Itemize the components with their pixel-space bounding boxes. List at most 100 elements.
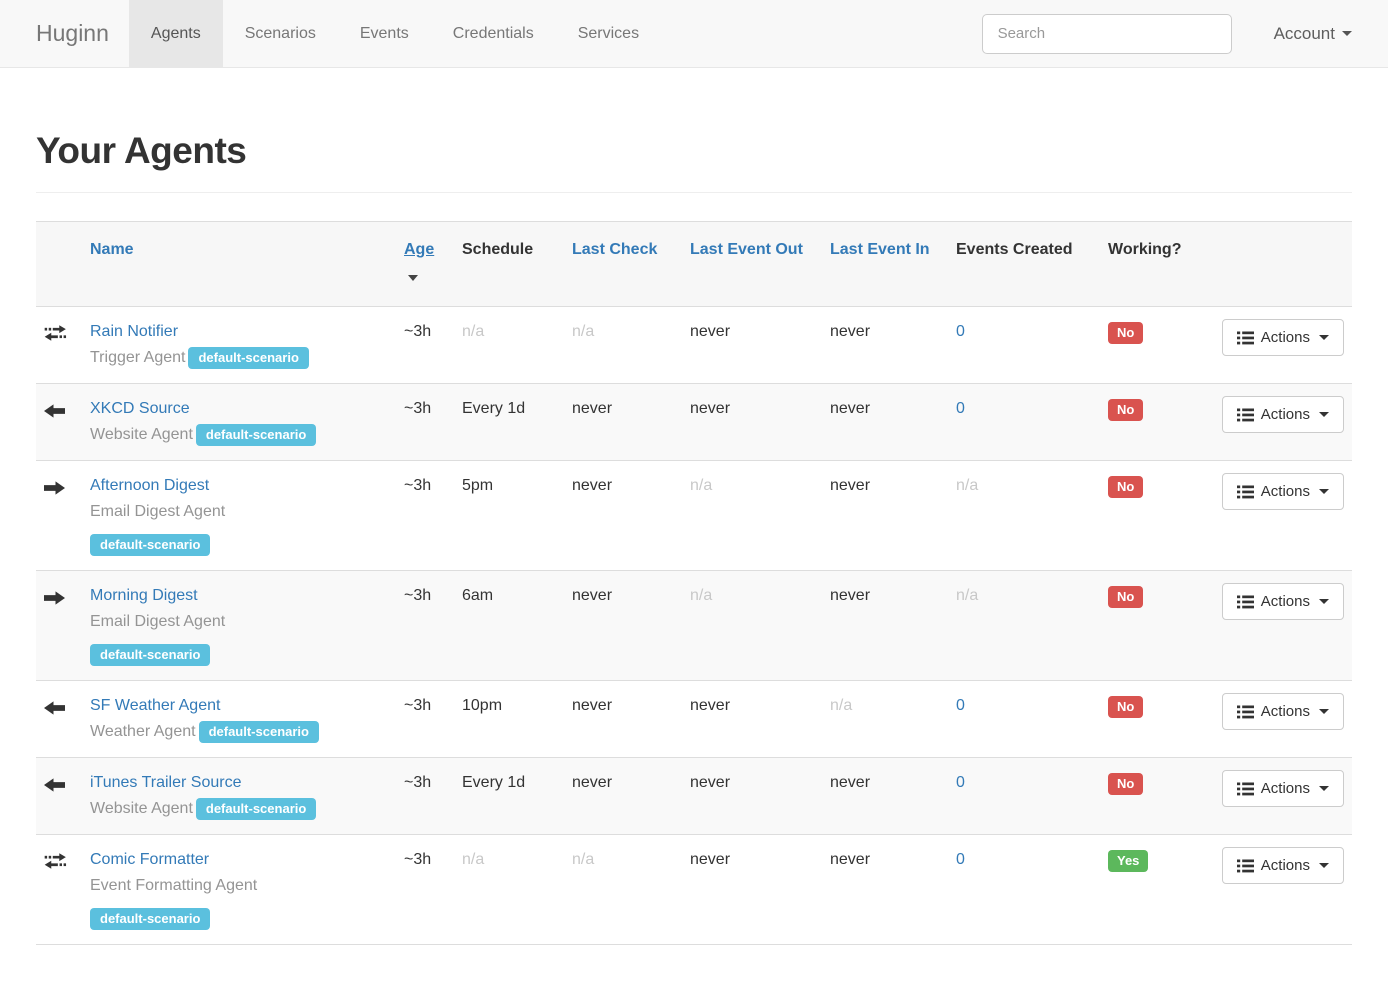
last-event-out-value: never (690, 400, 730, 417)
agent-name-link[interactable]: Afternoon Digest (90, 477, 209, 494)
table-row: Rain Notifier Trigger Agentdefault-scena… (36, 307, 1352, 384)
list-icon (1237, 408, 1254, 422)
nav-item-services[interactable]: Services (556, 0, 661, 67)
agent-name-link[interactable]: XKCD Source (90, 400, 190, 417)
sort-age-link[interactable]: Age (404, 241, 434, 258)
actions-button-label: Actions (1261, 406, 1310, 423)
top-navbar: Huginn Agents Scenarios Events Credentia… (0, 0, 1388, 68)
nav-item-scenarios[interactable]: Scenarios (223, 0, 338, 67)
sort-name-link[interactable]: Name (90, 241, 134, 258)
actions-button[interactable]: Actions (1222, 583, 1344, 620)
working-status-badge: No (1108, 322, 1143, 344)
working-status-badge: No (1108, 696, 1143, 718)
sort-last-event-out-link[interactable]: Last Event Out (690, 241, 803, 258)
last-event-out-value: n/a (690, 587, 712, 604)
agent-name-link[interactable]: SF Weather Agent (90, 697, 220, 714)
schedule-value: n/a (462, 323, 484, 340)
sort-last-event-in-link[interactable]: Last Event In (830, 241, 930, 258)
events-created-value: n/a (956, 587, 978, 604)
agent-name-link[interactable]: iTunes Trailer Source (90, 774, 241, 791)
arrow-right-icon (44, 588, 65, 614)
actions-button-label: Actions (1261, 483, 1310, 500)
agent-name-link[interactable]: Rain Notifier (90, 323, 178, 340)
sort-last-check-link[interactable]: Last Check (572, 241, 657, 258)
scenario-badge[interactable]: default-scenario (196, 798, 316, 820)
actions-button[interactable]: Actions (1222, 693, 1344, 730)
last-check-value: never (572, 587, 612, 604)
sort-direction-icon (408, 275, 418, 281)
age-value: ~3h (404, 587, 431, 604)
actions-button[interactable]: Actions (1222, 770, 1344, 807)
actions-button-label: Actions (1261, 593, 1310, 610)
agent-name-link[interactable]: Morning Digest (90, 587, 198, 604)
actions-button[interactable]: Actions (1222, 396, 1344, 433)
agent-type-label: Website Agent (90, 800, 193, 817)
last-check-value: n/a (572, 851, 594, 868)
events-created-value: n/a (956, 477, 978, 494)
actions-button[interactable]: Actions (1222, 319, 1344, 356)
last-event-in-value: never (830, 323, 870, 340)
header-age: Age (396, 222, 454, 307)
scenario-badge[interactable]: default-scenario (196, 424, 316, 446)
header-working: Working? (1100, 222, 1208, 307)
events-created-value[interactable]: 0 (956, 851, 965, 868)
agent-type-label: Weather Agent (90, 723, 196, 740)
chevron-down-icon (1319, 863, 1329, 868)
table-row: Afternoon Digest Email Digest Agentdefau… (36, 461, 1352, 571)
actions-button[interactable]: Actions (1222, 847, 1344, 884)
agent-name-link[interactable]: Comic Formatter (90, 851, 209, 868)
brand-logo[interactable]: Huginn (36, 0, 129, 67)
nav-item-agents[interactable]: Agents (129, 0, 223, 67)
working-status-badge: Yes (1108, 850, 1148, 872)
last-event-in-value: never (830, 477, 870, 494)
scenario-badge[interactable]: default-scenario (90, 908, 210, 930)
chevron-down-icon (1319, 335, 1329, 340)
last-event-in-value: never (830, 400, 870, 417)
table-header-row: Name Age Schedule Last Check Last Event … (36, 222, 1352, 307)
account-dropdown[interactable]: Account (1274, 24, 1352, 44)
age-value: ~3h (404, 697, 431, 714)
nav-item-events[interactable]: Events (338, 0, 431, 67)
scenario-badge[interactable]: default-scenario (188, 347, 308, 369)
scenario-badge[interactable]: default-scenario (90, 534, 210, 556)
working-status-badge: No (1108, 586, 1143, 608)
events-created-value[interactable]: 0 (956, 697, 965, 714)
events-created-value[interactable]: 0 (956, 774, 965, 791)
actions-button-label: Actions (1261, 703, 1310, 720)
agent-type-label: Email Digest Agent (90, 613, 225, 630)
actions-button-label: Actions (1261, 780, 1310, 797)
schedule-value: n/a (462, 851, 484, 868)
last-event-out-value: never (690, 323, 730, 340)
events-created-value[interactable]: 0 (956, 323, 965, 340)
header-last-event-out: Last Event Out (682, 222, 822, 307)
scenario-badge[interactable]: default-scenario (90, 644, 210, 666)
chevron-down-icon (1319, 786, 1329, 791)
actions-button[interactable]: Actions (1222, 473, 1344, 510)
scenario-badge[interactable]: default-scenario (199, 721, 319, 743)
nav-item-credentials[interactable]: Credentials (431, 0, 556, 67)
last-event-in-value: n/a (830, 697, 852, 714)
arrow-left-icon (44, 698, 65, 724)
last-event-in-value: never (830, 851, 870, 868)
working-status-badge: No (1108, 773, 1143, 795)
schedule-value: Every 1d (462, 400, 525, 417)
chevron-down-icon (1342, 31, 1352, 36)
chevron-down-icon (1319, 709, 1329, 714)
header-schedule: Schedule (454, 222, 564, 307)
arrow-right-icon (44, 478, 65, 504)
working-status-badge: No (1108, 399, 1143, 421)
actions-button-label: Actions (1261, 329, 1310, 346)
list-icon (1237, 595, 1254, 609)
events-created-value[interactable]: 0 (956, 400, 965, 417)
header-last-check: Last Check (564, 222, 682, 307)
last-event-out-value: never (690, 851, 730, 868)
header-events-created: Events Created (948, 222, 1100, 307)
schedule-value: Every 1d (462, 774, 525, 791)
list-icon (1237, 859, 1254, 873)
last-event-out-value: never (690, 697, 730, 714)
search-input[interactable] (982, 14, 1232, 54)
transfer-icon (44, 852, 67, 878)
agent-type-label: Event Formatting Agent (90, 877, 257, 894)
arrow-left-icon (44, 401, 65, 427)
header-last-event-in: Last Event In (822, 222, 948, 307)
